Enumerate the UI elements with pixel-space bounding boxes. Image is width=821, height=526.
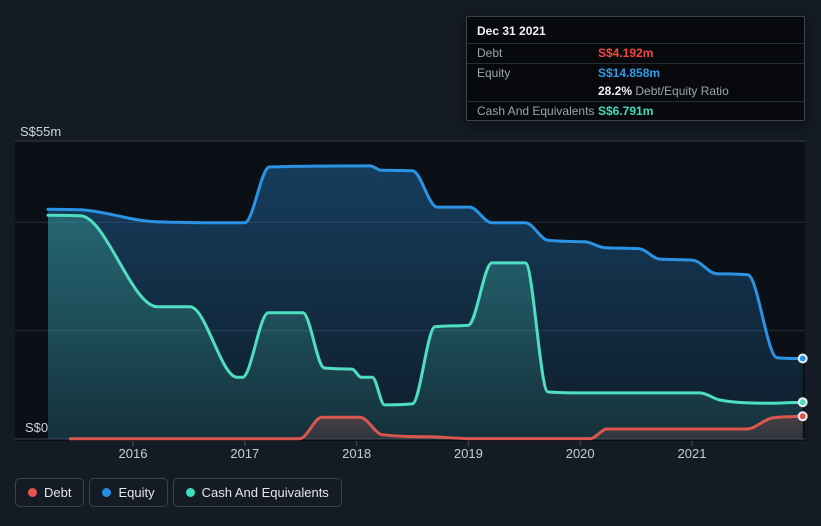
tooltip-cash-value: S$6.791m [598,104,654,118]
endpoint-marker-equity [797,353,808,364]
tooltip-ratio-percent: 28.2% [598,84,633,98]
x-axis-label: 2018 [342,446,372,461]
x-axis-label: 2021 [677,446,707,461]
cash-and-equivalents-series-dot-icon [185,488,195,497]
tooltip-row-equity: Equity S$14.858m [467,64,804,82]
x-axis-label: 2017 [230,446,260,461]
x-axis-label: 2019 [453,446,483,461]
endpoint-marker-cash-and-equivalents [797,397,808,408]
legend-item-label: Debt [44,485,72,500]
tooltip-equity-value: S$14.858m [598,66,661,80]
legend-item-debt[interactable]: Debt [15,478,85,507]
tooltip-row-ratio: 28.2% Debt/Equity Ratio [467,82,804,102]
chart-tooltip: Dec 31 2021 Debt S$4.192m Equity S$14.85… [466,16,805,121]
tooltip-date: Dec 31 2021 [467,17,804,44]
endpoint-marker-debt [797,411,808,422]
x-axis-label: 2020 [565,446,595,461]
legend-item-label: Equity [118,485,155,500]
y-axis-min-label: S$0 [25,420,49,435]
tooltip-debt-label: Debt [477,46,503,60]
x-axis-ticks [132,441,693,446]
legend-item-label: Cash And Equivalents [201,485,329,500]
legend-item-cash-and-equivalents[interactable]: Cash And Equivalents [172,478,342,507]
equity-series-dot-icon [102,488,112,497]
chart-legend: Debt Equity Cash And Equivalents [15,478,342,507]
tooltip-ratio-caption: Debt/Equity Ratio [632,84,729,98]
legend-item-equity[interactable]: Equity [89,478,168,507]
y-axis-max-label: S$55m [20,124,62,139]
tooltip-cash-label: Cash And Equivalents [477,104,595,118]
x-axis-label: 2016 [118,446,148,461]
debt-series-dot-icon [28,488,37,497]
tooltip-ratio-value: 28.2% Debt/Equity Ratio [598,84,729,98]
tooltip-row-debt: Debt S$4.192m [467,44,804,64]
tooltip-debt-value: S$4.192m [598,46,654,60]
tooltip-row-cash: Cash And Equivalents S$6.791m [467,102,804,120]
tooltip-equity-label: Equity [477,66,511,80]
